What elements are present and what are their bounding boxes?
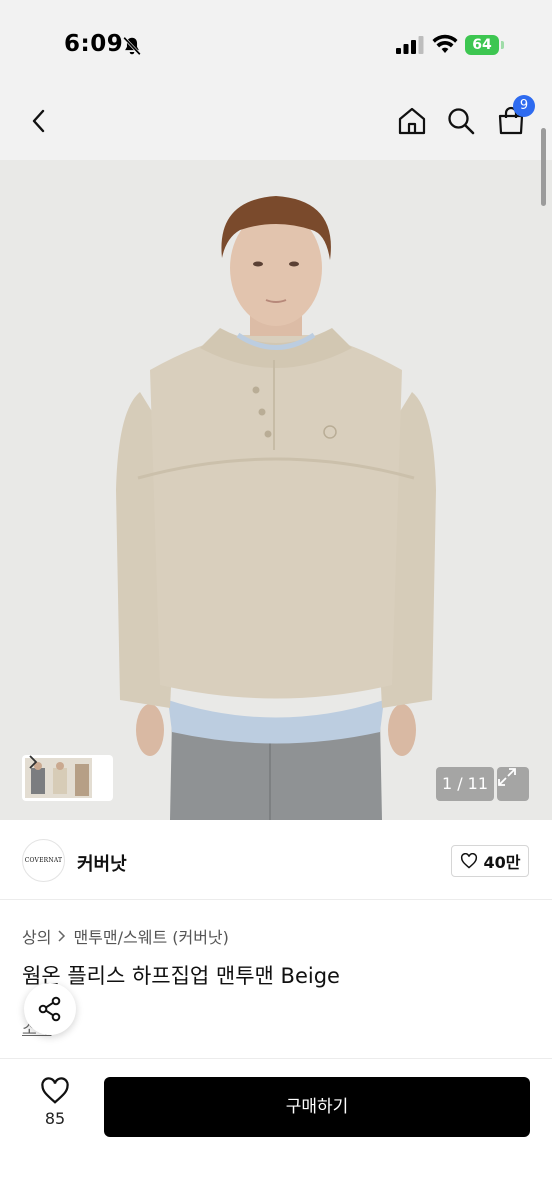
breadcrumb: 상의 맨투맨/스웨트 (커버낫) bbox=[22, 924, 229, 948]
breadcrumb-subcategory[interactable]: 맨투맨/스웨트 (커버낫) bbox=[73, 924, 228, 948]
heart-outline-icon bbox=[41, 1077, 69, 1104]
expand-icon bbox=[498, 768, 516, 786]
bell-off-icon bbox=[123, 36, 141, 56]
home-icon bbox=[398, 107, 426, 135]
fullscreen-button[interactable] bbox=[497, 767, 529, 801]
follow-count: 40만 bbox=[483, 853, 521, 872]
share-icon bbox=[38, 996, 61, 1022]
wifi-icon bbox=[432, 34, 458, 53]
shop-logo-text: COVERNAT bbox=[24, 857, 63, 864]
product-photo bbox=[0, 160, 552, 820]
product-image-gallery[interactable]: 1 / 11 bbox=[0, 160, 552, 820]
share-button[interactable] bbox=[24, 983, 76, 1035]
shop-name[interactable]: 커버낫 bbox=[77, 850, 127, 876]
signal-icon bbox=[396, 36, 424, 54]
status-bar: 6:09 64 bbox=[0, 0, 552, 90]
shop-logo[interactable]: COVERNAT bbox=[22, 839, 65, 882]
search-button[interactable] bbox=[443, 103, 479, 139]
chevron-right-icon bbox=[29, 755, 38, 769]
bottom-action-bar: 85 구매하기 bbox=[0, 1058, 552, 1200]
breadcrumb-category[interactable]: 상의 bbox=[22, 924, 51, 948]
home-button[interactable] bbox=[394, 103, 430, 139]
search-icon bbox=[448, 108, 475, 135]
shop-follow-button[interactable]: 40만 bbox=[451, 845, 529, 877]
product-title: 웜온 플리스 하프집업 맨투맨 Beige bbox=[22, 964, 340, 988]
battery-level: 64 bbox=[465, 35, 499, 55]
heart-outline-icon bbox=[460, 853, 477, 869]
buy-button[interactable]: 구매하기 bbox=[104, 1077, 530, 1137]
shop-info-row[interactable]: COVERNAT 커버낫 40만 bbox=[0, 820, 552, 900]
status-time: 6:09 bbox=[64, 31, 124, 57]
chevron-right-icon bbox=[58, 930, 66, 942]
scrollbar-thumb[interactable] bbox=[541, 128, 546, 206]
thumbnail-strip-button[interactable] bbox=[22, 755, 113, 801]
chevron-left-icon bbox=[32, 109, 45, 133]
back-button[interactable] bbox=[21, 103, 57, 139]
top-nav-bar: 9 bbox=[0, 90, 552, 160]
cart-button[interactable]: 9 bbox=[493, 95, 535, 139]
battery-icon: 64 bbox=[465, 35, 505, 55]
like-button[interactable]: 85 bbox=[30, 1077, 80, 1128]
image-counter: 1 / 11 bbox=[436, 767, 494, 801]
cart-count-badge: 9 bbox=[513, 95, 535, 117]
like-count: 85 bbox=[44, 1109, 66, 1128]
